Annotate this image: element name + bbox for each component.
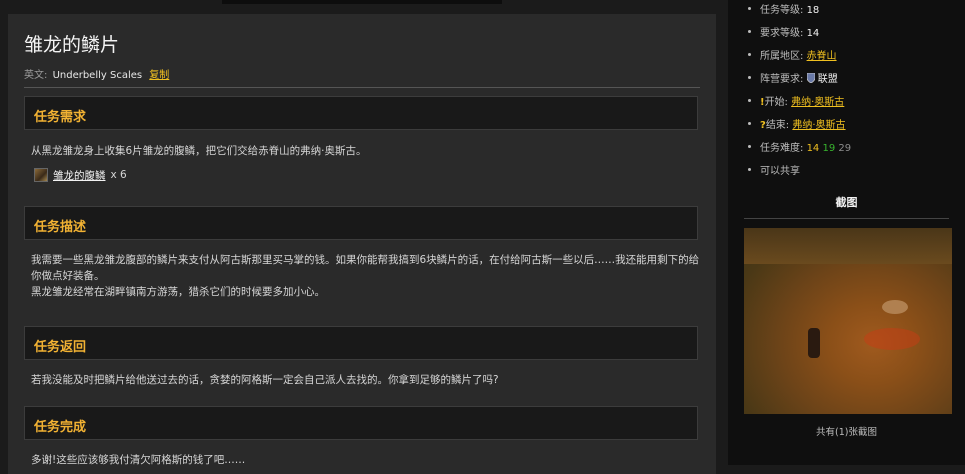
- description-paragraph-1: 我需要一些黑龙雏龙腹部的鳞片来支付从阿古斯那里买马掌的钱。如果你能帮我搞到6块鳞…: [31, 254, 700, 282]
- screenshot-section-title: 截图: [835, 196, 858, 209]
- faction-value: 联盟: [817, 74, 838, 85]
- section-complete-heading: 任务完成: [34, 420, 87, 435]
- quest-screenshot[interactable]: [744, 228, 952, 414]
- screenshot-whelp: [882, 300, 908, 314]
- screenshot-divider: [744, 218, 949, 219]
- description-text: 我需要一些黑龙雏龙腹部的鳞片来支付从阿古斯那里买马掌的钱。如果你能帮我搞到6块鳞…: [31, 252, 701, 300]
- end-npc-link[interactable]: 弗纳·奥斯古: [792, 120, 845, 131]
- section-complete-header: 任务完成: [24, 406, 698, 440]
- english-name: Underbelly Scales: [52, 70, 143, 81]
- screenshot-character: [808, 328, 820, 358]
- return-text: 若我没能及时把鳞片给他送过去的话，贪婪的阿格斯一定会自己派人去找的。你拿到足够的…: [31, 374, 499, 386]
- section-return-heading: 任务返回: [34, 340, 87, 355]
- screenshot-watermark: [908, 390, 946, 406]
- screenshot-scorch-mark: [864, 328, 920, 350]
- start-npc-link[interactable]: 弗纳·奥斯古: [791, 97, 844, 108]
- section-description-header: 任务描述: [24, 206, 698, 240]
- english-name-label: 英文:: [24, 70, 48, 81]
- quest-info-sidebar: 任务等级: 18 要求等级: 14 所属地区: 赤脊山 阵营要求: 联盟 !开始…: [728, 0, 965, 465]
- quest-title: 雏龙的鳞片: [24, 34, 120, 56]
- description-paragraph-2: 黑龙雏龙经常在湖畔镇南方游荡，猎杀它们的时候要多加小心。: [31, 286, 325, 298]
- zone-link[interactable]: 赤脊山: [807, 51, 837, 62]
- section-requirements-header: 任务需求: [24, 96, 698, 130]
- screenshot-sky: [744, 228, 952, 264]
- quest-level-value: 18: [806, 5, 820, 16]
- top-bar: [222, 0, 502, 4]
- required-item: 雏龙的腹鳞 x 6: [34, 166, 127, 184]
- alliance-shield-icon: [806, 72, 815, 84]
- scale-item-icon[interactable]: [34, 168, 48, 182]
- difficulty-green: 19: [822, 143, 836, 154]
- required-item-count: x 6: [110, 169, 127, 181]
- requirements-text: 从黑龙雏龙身上收集6片雏龙的腹鳞，把它们交给赤脊山的弗纳·奥斯古。: [31, 145, 367, 157]
- quest-main-panel: 雏龙的鳞片 英文: Underbelly Scales 复制 任务需求 从黑龙雏…: [8, 14, 716, 474]
- copy-link[interactable]: 复制: [149, 70, 169, 81]
- section-return-header: 任务返回: [24, 326, 698, 360]
- difficulty-grey: 29: [838, 143, 852, 154]
- complete-text: 多谢!这些应该够我付清欠阿格斯的钱了吧……: [31, 454, 246, 466]
- section-description-heading: 任务描述: [34, 220, 87, 235]
- section-requirements-heading: 任务需求: [34, 110, 87, 125]
- required-level-value: 14: [806, 28, 820, 39]
- english-name-row: 英文: Underbelly Scales 复制: [24, 66, 169, 81]
- difficulty-yellow: 14: [806, 143, 820, 154]
- required-item-link[interactable]: 雏龙的腹鳞: [53, 168, 106, 183]
- title-divider: [24, 87, 700, 88]
- screenshot-count-caption[interactable]: 共有(1)张截图: [728, 424, 965, 438]
